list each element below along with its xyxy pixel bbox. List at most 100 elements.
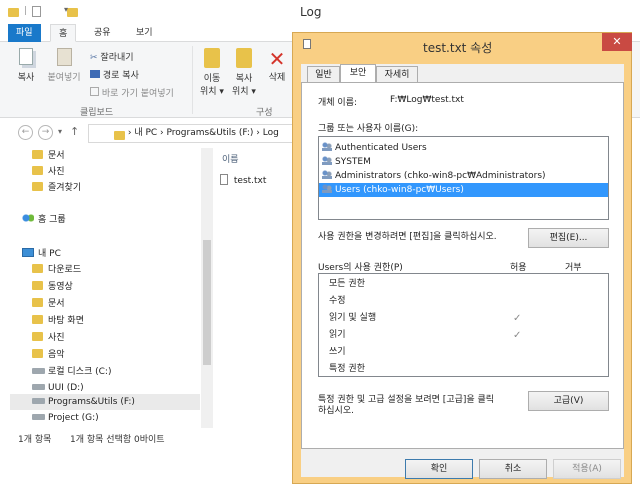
quick-access-dropdown-icon[interactable]: ▾ [64,5,68,14]
nav-label: 바탕 화면 [48,316,84,326]
edit-button[interactable]: 편집(E)... [528,228,609,248]
nav-scrollbar-thumb[interactable] [203,240,211,365]
pictures-folder-icon [32,332,43,341]
address-path[interactable]: › 내 PC › Programs&Utils (F:) › Log [88,124,295,143]
nav-label: 로컬 디스크 (C:) [48,367,112,377]
paste-shortcut-button[interactable]: 바로 가기 붙여넣기 [90,86,174,99]
back-icon[interactable]: ← [18,125,33,140]
copy-to-button[interactable]: 복사 위치 ▾ [230,48,258,97]
groups-label: 그룹 또는 사용자 이름(G): [318,124,419,134]
nav-item-favorites[interactable]: 즐겨찾기 [32,180,81,196]
cut-button[interactable]: ✂ 잘라내기 [90,50,134,63]
copy-to-label-2: 위치 ▾ [232,87,256,97]
permission-row: 쓰기 [319,344,608,361]
delete-x-icon: ✕ [268,47,286,71]
nav-label: 사진 [48,333,65,343]
status-count: 1개 항목 [18,435,52,445]
tab-home[interactable]: 홈 [50,24,77,42]
address-bar: ← → ▾ ↑ › 내 PC › Programs&Utils (F:) › L… [0,122,295,144]
drive-icon [32,368,45,374]
forward-icon[interactable]: → [38,125,53,140]
nav-label: Programs&Utils (F:) [48,397,135,407]
drive-icon [32,384,45,390]
delete-button[interactable]: ✕ 삭제 [262,48,292,83]
folder-icon [32,182,43,191]
copy-button[interactable]: 복사 [12,48,40,83]
title-bar: | ▾ Log [0,0,640,24]
permissions-header: Users의 사용 권한(P) [318,263,403,273]
nav-item-pictures[interactable]: 사진 [32,164,65,180]
user-group-icon [322,156,332,165]
copy-icon [19,48,33,65]
object-name-value: F:₩Log₩test.txt [390,95,464,105]
column-header-name[interactable]: 이름 [222,152,239,165]
tab-security[interactable]: 보안 [340,64,376,83]
file-row[interactable]: test.txt [220,174,290,188]
nav-item-this-pc[interactable]: 내 PC [22,246,61,262]
permission-row: 특정 권한 [319,361,608,378]
downloads-folder-icon [32,264,43,273]
nav-item-drive-g[interactable]: Project (G:) [32,410,99,426]
new-folder-icon[interactable] [66,8,78,17]
nav-label: 즐겨찾기 [48,183,82,193]
permission-row: 읽기 및 실행 ✓ [319,310,608,327]
shortcut-icon [90,87,99,96]
permission-row: 읽기 ✓ [319,327,608,344]
nav-item-drive-c[interactable]: 로컬 디스크 (C:) [32,364,111,380]
address-folder-icon [114,131,125,140]
delete-label: 삭제 [268,73,286,83]
folder-icon [8,8,19,17]
nav-item-pc-pictures[interactable]: 사진 [32,330,65,346]
status-selected: 1개 항목 선택함 0바이트 [70,435,165,445]
file-name: test.txt [233,176,267,186]
paste-button[interactable]: 붙여넣기 [44,48,84,83]
tab-file[interactable]: 파일 [8,24,41,42]
tab-view[interactable]: 보기 [128,24,161,42]
nav-item-drive-f[interactable]: Programs&Utils (F:) [10,394,200,410]
security-tab-panel: 개체 이름: F:₩Log₩test.txt 그룹 또는 사용자 이름(G): … [301,82,624,449]
advanced-button[interactable]: 고급(V) [528,391,609,411]
nav-item-homegroup[interactable]: 홈 그룹 [22,212,66,228]
nav-label: Project (G:) [48,413,99,423]
ok-button[interactable]: 확인 [405,459,473,479]
recent-dropdown-icon[interactable]: ▾ [58,127,62,136]
copy-path-button[interactable]: 경로 복사 [90,68,139,81]
nav-label: 동영상 [48,282,73,292]
permission-name: 특정 권한 [329,364,365,374]
nav-item-pc-documents[interactable]: 문서 [32,296,65,312]
tab-share[interactable]: 공유 [86,24,119,42]
nav-label: 사진 [48,167,65,177]
scissors-icon: ✂ [90,53,98,63]
properties-icon[interactable] [32,6,41,17]
copy-to-label: 복사 [235,74,253,84]
apply-button[interactable]: 적용(A) [553,459,621,479]
permissions-list: 모든 권한 수정 읽기 및 실행 ✓ 읽기 ✓ 쓰기 특정 권한 [318,273,609,377]
nav-label: 문서 [48,299,65,309]
copy-folder-icon [236,48,252,68]
permission-name: 수정 [329,296,346,306]
tab-details[interactable]: 자세히 [376,66,418,83]
list-item-administrators[interactable]: Administrators (chko-win8-pc₩Administrat… [319,169,608,183]
move-to-button[interactable]: 이동 위치 ▾ [198,48,226,97]
nav-item-downloads[interactable]: 다운로드 [32,262,81,278]
paste-shortcut-label: 바로 가기 붙여넣기 [101,89,174,99]
deny-header: 거부 [565,263,582,273]
nav-item-desktop[interactable]: 바탕 화면 [32,313,84,329]
users-listbox[interactable]: Authenticated Users SYSTEM Administrator… [318,136,609,220]
tab-general[interactable]: 일반 [307,66,340,83]
list-item-system[interactable]: SYSTEM [319,155,608,169]
navigation-pane: 문서 사진 즐겨찾기 홈 그룹 내 PC 다운로드 동영상 문서 바탕 화면 사… [0,148,206,428]
object-name-label: 개체 이름: [318,98,358,108]
cancel-button[interactable]: 취소 [479,459,547,479]
list-item-authenticated-users[interactable]: Authenticated Users [319,141,608,155]
nav-item-music[interactable]: 음악 [32,347,65,363]
list-item-users[interactable]: Users (chko-win8-pc₩Users) [319,183,608,197]
up-icon[interactable]: ↑ [70,125,79,138]
dialog-document-icon [303,39,311,49]
close-icon[interactable]: ✕ [602,33,632,51]
computer-icon [22,248,34,257]
nav-item-documents[interactable]: 문서 [32,148,65,164]
nav-item-videos[interactable]: 동영상 [32,279,73,295]
change-permissions-text: 사용 권한을 변경하려면 [편집]을 클릭하십시오. [318,232,497,242]
copy-label: 복사 [17,73,35,83]
